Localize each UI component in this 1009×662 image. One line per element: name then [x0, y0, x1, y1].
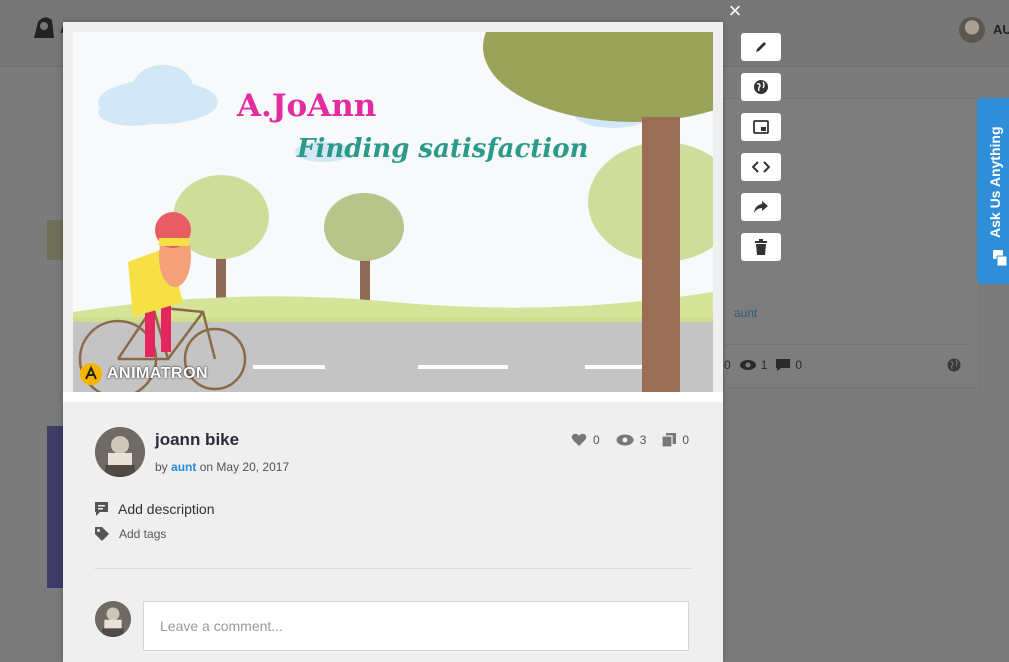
- background-comments-group: 0: [775, 358, 802, 372]
- animatron-logo-icon: [80, 363, 102, 385]
- byline-date: on May 20, 2017: [199, 460, 290, 474]
- ask-us-anything-tab[interactable]: Ask Us Anything: [977, 98, 1009, 284]
- preview-frame-bottom: [63, 392, 723, 402]
- user-initials[interactable]: AU: [993, 22, 1009, 37]
- ask-us-anything-label: Ask Us Anything: [987, 126, 1003, 239]
- embed-code-button[interactable]: [741, 153, 781, 181]
- preview-brand: ANIMATRON: [79, 362, 208, 386]
- logo-icon[interactable]: [30, 12, 58, 42]
- chat-icon: [993, 250, 1007, 267]
- stats-row: 0 3 0: [571, 433, 689, 447]
- animation-title: joann bike: [155, 430, 240, 449]
- add-tags-button[interactable]: Add tags: [95, 527, 166, 541]
- copies-stat: 0: [662, 433, 689, 447]
- close-button[interactable]: ×: [724, 0, 746, 22]
- embed-preview-button[interactable]: [741, 113, 781, 141]
- likes-stat[interactable]: 0: [571, 433, 600, 447]
- copies-count: 0: [682, 433, 690, 447]
- likes-count: 0: [593, 433, 600, 447]
- background-likes: 0: [724, 358, 731, 372]
- commenter-avatar-photo: [95, 601, 131, 637]
- tag-icon: [95, 527, 109, 541]
- divider: [95, 568, 691, 569]
- publish-button[interactable]: [741, 73, 781, 101]
- tools-column: [741, 33, 781, 261]
- add-description-button[interactable]: Add description: [95, 501, 215, 517]
- share-button[interactable]: [741, 193, 781, 221]
- delete-button[interactable]: [741, 233, 781, 261]
- pencil-icon: [756, 42, 766, 52]
- background-comments: 0: [795, 358, 803, 372]
- author-link[interactable]: aunt: [171, 460, 196, 474]
- commenter-avatar: [95, 601, 131, 637]
- comment-input[interactable]: [143, 601, 689, 651]
- background-author-link: aunt: [734, 306, 758, 320]
- share-icon: [754, 201, 768, 213]
- eye-icon: [616, 434, 634, 446]
- background-views-group: 1: [739, 358, 768, 372]
- views-count: 3: [639, 433, 647, 447]
- preview-scene-image: [73, 32, 713, 392]
- trash-icon: [755, 239, 767, 255]
- views-stat: 3: [616, 433, 647, 447]
- animation-preview[interactable]: A.JoAnn Finding satisfaction ANIMATRON: [73, 32, 713, 392]
- byline-by: by: [155, 460, 168, 474]
- brand-text: ANIMATRON: [107, 365, 209, 382]
- add-tags-label: Add tags: [119, 527, 167, 541]
- copies-icon: [662, 433, 677, 447]
- heart-icon: [571, 433, 587, 446]
- picture-in-picture-icon: [753, 120, 769, 134]
- globe-icon: [947, 358, 961, 372]
- preview-subtitle: Finding satisfaction: [297, 134, 589, 164]
- author-avatar[interactable]: [95, 427, 145, 477]
- eye-icon: [739, 360, 756, 370]
- animation-modal: A.JoAnn Finding satisfaction ANIMATRON: [63, 22, 723, 662]
- description-icon: [95, 502, 108, 516]
- byline: by aunt on May 20, 2017: [155, 460, 289, 474]
- background-views: 1: [760, 358, 768, 372]
- add-description-label: Add description: [118, 501, 215, 517]
- code-icon: [752, 161, 770, 173]
- preview-title: A.JoAnn: [237, 88, 377, 124]
- globe-icon: [754, 80, 768, 94]
- edit-button[interactable]: [741, 33, 781, 61]
- user-avatar[interactable]: [959, 17, 985, 43]
- background-stats: 0 1 0: [724, 358, 802, 372]
- comment-icon: [776, 359, 791, 371]
- avatar-photo: [95, 427, 145, 477]
